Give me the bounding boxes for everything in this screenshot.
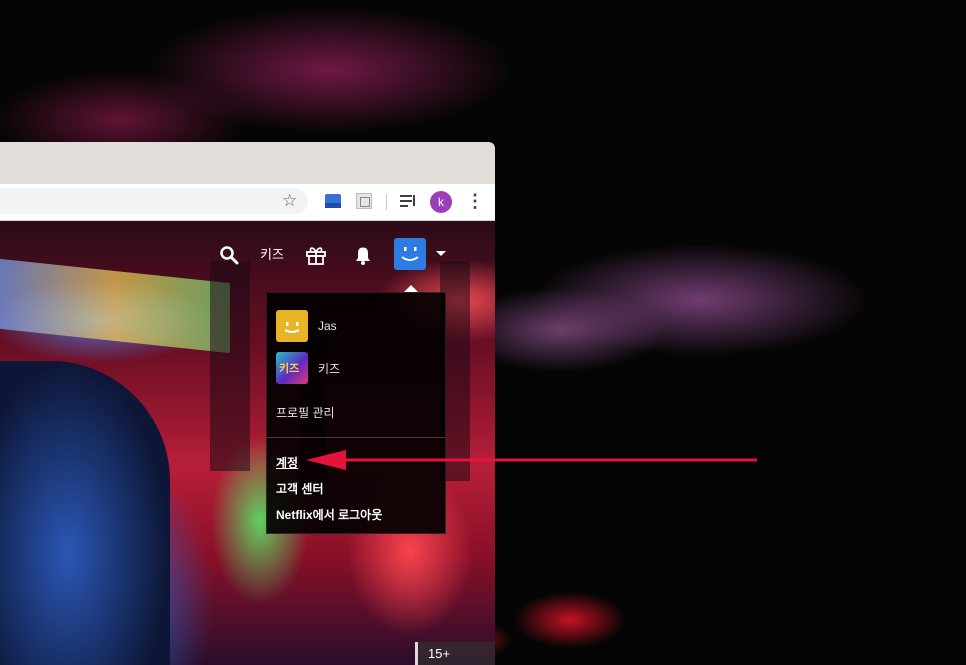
- smiley-avatar-icon: [401, 247, 419, 261]
- queue-music-icon[interactable]: [400, 193, 416, 209]
- profile-avatar-button[interactable]: [394, 238, 426, 270]
- profile-item-jas[interactable]: Jas: [276, 310, 337, 342]
- extension-icon[interactable]: [325, 194, 341, 208]
- maturity-rating-badge: 15+: [415, 642, 495, 665]
- kids-link[interactable]: 키즈: [260, 245, 284, 265]
- profile-dropdown-menu: Jas 키즈 키즈 프로필 관리 계정 고객 센터 Netflix에서 로그아웃: [266, 285, 446, 534]
- tab-strip: [0, 142, 495, 184]
- netflix-page: 키즈 Jas 키즈 키즈 프로필 관리 계정 고객 센터 Netflix에서 로…: [0, 221, 495, 665]
- kids-avatar-label: 키즈: [279, 363, 300, 375]
- sign-out-link[interactable]: Netflix에서 로그아웃: [276, 506, 382, 523]
- browser-profile-avatar[interactable]: k: [430, 191, 452, 213]
- profile-avatar-jas: [276, 310, 308, 342]
- profile-name: 키즈: [318, 361, 341, 376]
- toolbar-divider: [386, 194, 387, 210]
- more-vert-icon[interactable]: ⋮: [466, 190, 484, 212]
- profile-avatar-kids: 키즈: [276, 352, 308, 384]
- help-center-link[interactable]: 고객 센터: [276, 480, 324, 497]
- manage-profiles-link[interactable]: 프로필 관리: [276, 404, 335, 421]
- search-icon[interactable]: [219, 245, 239, 265]
- hero-background: [0, 258, 230, 354]
- browser-window: ☆ k ⋮ 키즈 Jas 키즈 키즈 프로필 관리 계정 고객 센터 Netfl…: [0, 142, 495, 665]
- bell-icon[interactable]: [352, 244, 374, 266]
- gift-icon[interactable]: [305, 244, 327, 266]
- extension-icon[interactable]: [356, 193, 372, 209]
- city-tower: [210, 261, 250, 471]
- maturity-rating-text: 15+: [428, 646, 451, 661]
- address-bar[interactable]: ☆: [0, 188, 308, 214]
- menu-divider: [267, 437, 445, 438]
- hero-figure: [0, 361, 170, 665]
- account-link[interactable]: 계정: [276, 454, 298, 471]
- caret-down-icon[interactable]: [436, 251, 446, 256]
- star-icon[interactable]: ☆: [282, 190, 297, 212]
- browser-toolbar: ☆ k ⋮: [0, 184, 495, 221]
- profile-item-kids[interactable]: 키즈 키즈: [276, 352, 340, 384]
- profile-name: Jas: [318, 319, 337, 333]
